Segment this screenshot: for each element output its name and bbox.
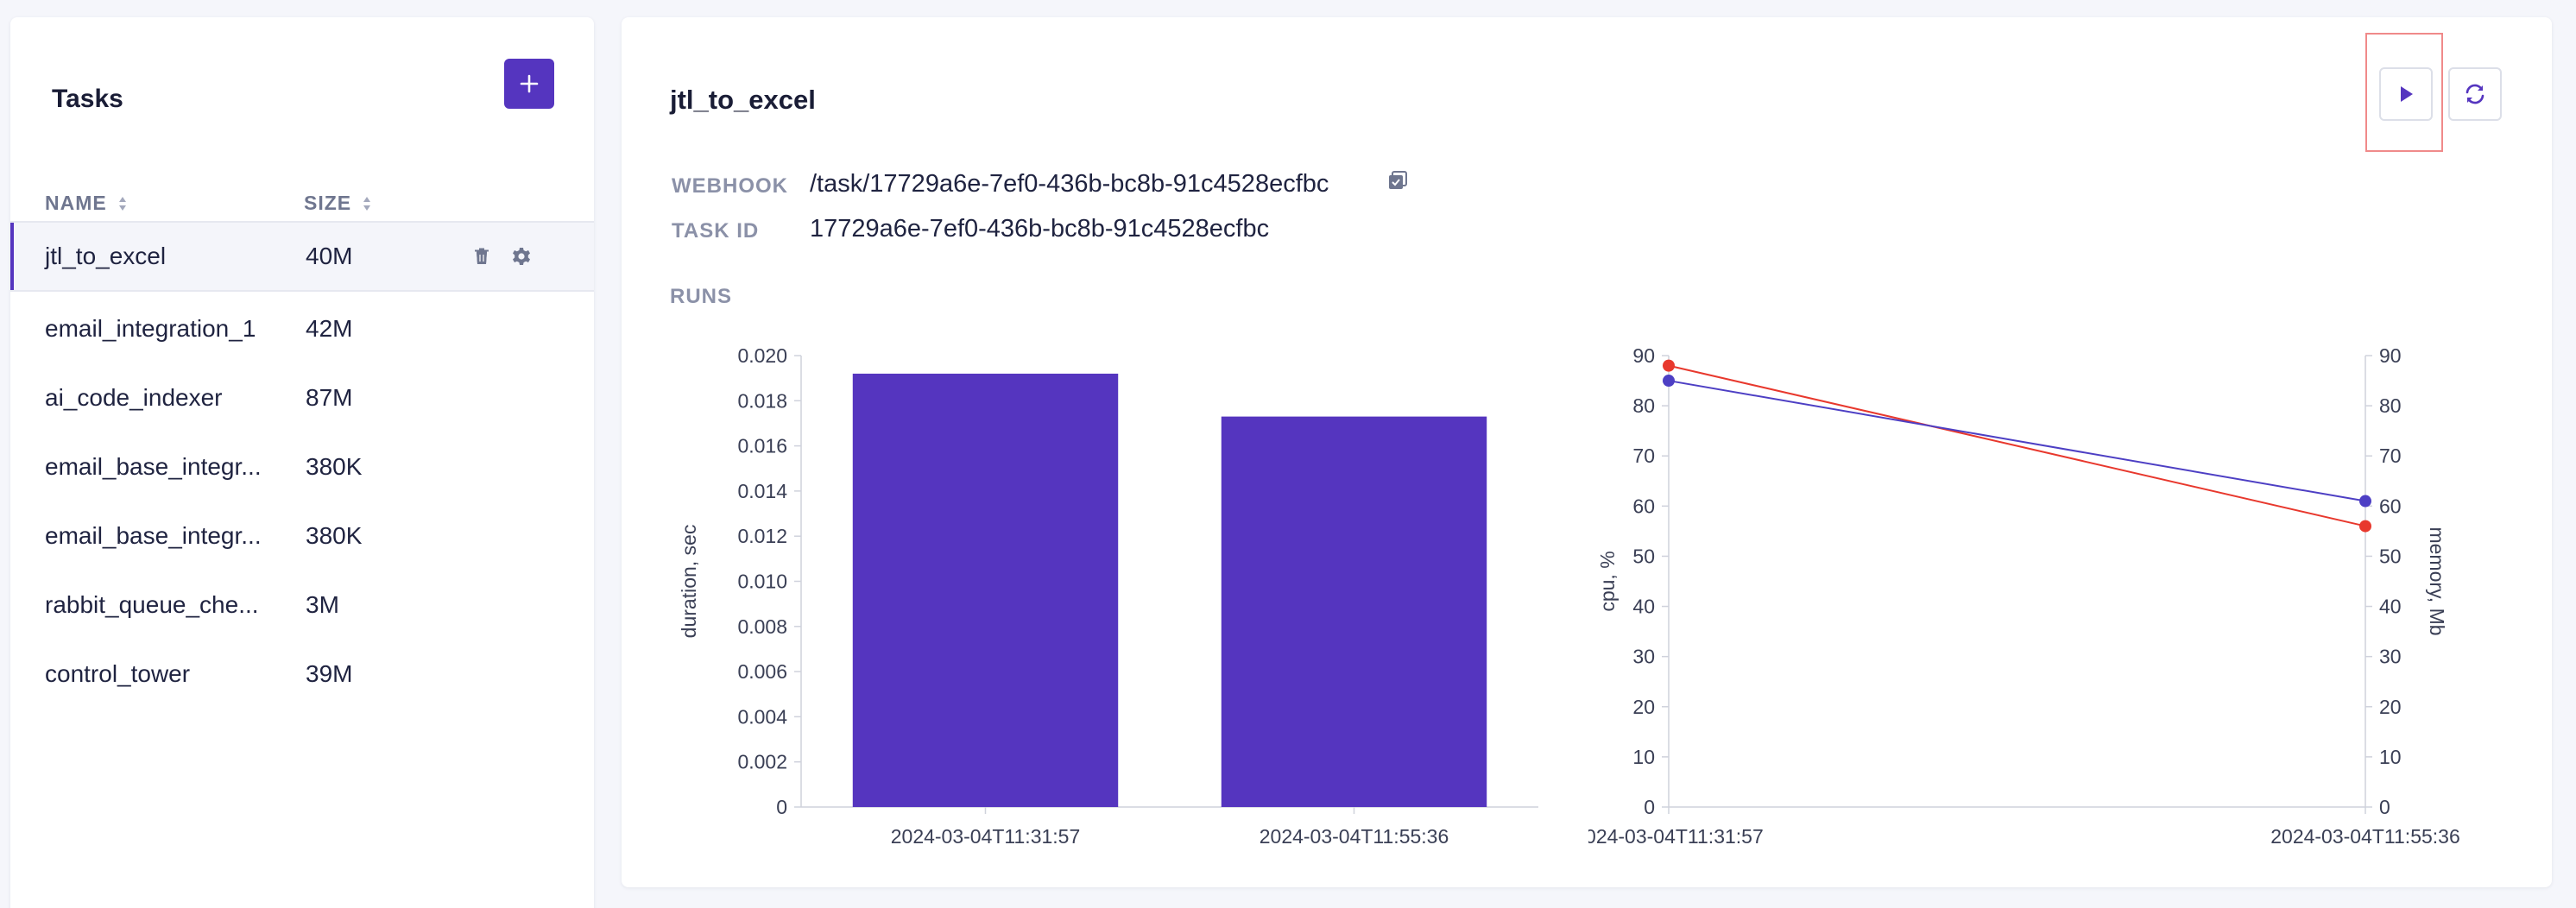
y-tick-label: 0.008 xyxy=(737,615,787,638)
refresh-button[interactable] xyxy=(2448,67,2502,121)
right-y-tick-label: 30 xyxy=(2379,646,2402,668)
duration-bar xyxy=(1221,416,1487,807)
cpu-point xyxy=(2359,520,2371,533)
task-size: 87M xyxy=(306,384,353,411)
task-row[interactable]: email_base_integr... 380K xyxy=(10,432,594,502)
sort-icon xyxy=(118,196,126,211)
y-tick-label: 0.018 xyxy=(737,389,787,412)
task-name: jtl_to_excel xyxy=(45,243,167,269)
right-y-tick-label: 40 xyxy=(2379,596,2402,618)
left-y-tick-label: 50 xyxy=(1632,545,1655,567)
column-header-name-label: NAME xyxy=(45,192,107,214)
tasks-panel: Tasks NAME SIZE jtl_to_excel 40M email_i… xyxy=(10,17,594,908)
task-name: email_base_integr... xyxy=(45,522,262,549)
left-y-tick-label: 90 xyxy=(1632,344,1655,367)
task-name: control_tower xyxy=(45,660,191,687)
x-tick-label: 2024-03-04T11:31:57 xyxy=(1588,825,1764,848)
right-y-tick-label: 10 xyxy=(2379,746,2402,768)
y-tick-label: 0.014 xyxy=(737,480,787,502)
task-name: email_base_integr... xyxy=(45,453,262,480)
left-y-tick-label: 70 xyxy=(1632,445,1655,467)
refresh-icon xyxy=(2466,84,2484,104)
x-tick-label: 2024-03-04T11:55:36 xyxy=(1260,825,1449,848)
sort-icon xyxy=(363,196,371,211)
right-y-tick-label: 20 xyxy=(2379,696,2402,718)
task-size: 380K xyxy=(306,453,363,480)
y-tick-label: 0.006 xyxy=(737,660,787,683)
task-row[interactable]: control_tower 39M xyxy=(10,639,594,709)
left-y-tick-label: 80 xyxy=(1632,394,1655,417)
webhook-value: /task/17729a6e-7ef0-436b-bc8b-91c4528ecf… xyxy=(810,170,1329,198)
x-tick-label: 2024-03-04T11:31:57 xyxy=(891,825,1081,848)
y-tick-label: 0 xyxy=(776,796,787,818)
y-tick-label: 0.012 xyxy=(737,525,787,547)
column-header-size[interactable]: SIZE xyxy=(304,192,372,215)
resource-line-chart: 0 0 10 10 20 20 30 30 40 40 50 50 60 60 70 70 80 80 90 90 20… xyxy=(1588,344,2460,848)
task-row[interactable]: email_base_integr... 380K xyxy=(10,501,594,571)
tasks-title: Tasks xyxy=(52,85,123,113)
task-id-value: 17729a6e-7ef0-436b-bc8b-91c4528ecfbc xyxy=(810,215,1270,243)
x-tick-label: 2024-03-04T11:55:36 xyxy=(2270,825,2460,848)
plus-icon xyxy=(520,74,539,93)
gear-icon[interactable] xyxy=(511,246,532,267)
column-header-name[interactable]: NAME xyxy=(45,192,128,215)
task-row[interactable]: jtl_to_excel 40M xyxy=(10,221,594,292)
task-id-label: TASK ID xyxy=(672,219,760,243)
task-name: email_integration_1 xyxy=(45,315,256,342)
y-tick-label: 0.016 xyxy=(737,435,787,457)
memory-point xyxy=(1663,375,1675,388)
left-y-tick-label: 30 xyxy=(1632,646,1655,668)
right-y-tick-label: 60 xyxy=(2379,495,2402,517)
task-row[interactable]: email_integration_1 42M xyxy=(10,293,594,364)
cpu-series-line xyxy=(1668,364,2366,527)
play-icon xyxy=(2401,86,2413,102)
memory-series-line xyxy=(1668,380,2366,502)
right-y-tick-label: 0 xyxy=(2379,796,2390,818)
runs-label: RUNS xyxy=(670,285,733,308)
left-y-tick-label: 60 xyxy=(1632,495,1655,517)
y-axis-label: duration, sec xyxy=(678,525,700,639)
task-size: 40M xyxy=(306,243,353,269)
duration-bar xyxy=(852,373,1119,807)
task-row[interactable]: rabbit_queue_che... 3M xyxy=(10,570,594,640)
task-row[interactable]: ai_code_indexer 87M xyxy=(10,363,594,433)
task-size: 42M xyxy=(306,315,353,342)
right-y-tick-label: 80 xyxy=(2379,394,2402,417)
right-y-axis-label: memory, Mb xyxy=(2426,527,2448,635)
duration-bar-chart: 0 0.002 0.004 0.006 0.008 0.010 0.012 0.014 0.01… xyxy=(678,344,1538,848)
left-y-tick-label: 20 xyxy=(1632,696,1655,718)
left-y-axis-label: cpu, % xyxy=(1596,551,1619,611)
add-task-button[interactable] xyxy=(504,59,554,109)
task-name: rabbit_queue_che... xyxy=(45,591,259,618)
y-tick-label: 0.010 xyxy=(737,571,787,593)
left-y-tick-label: 0 xyxy=(1644,796,1655,818)
memory-point xyxy=(2359,495,2371,508)
copy-icon[interactable] xyxy=(1386,169,1409,192)
y-tick-label: 0.004 xyxy=(737,705,787,728)
task-detail-panel: jtl_to_excel WEBHOOK /task/17729a6e-7ef0… xyxy=(622,17,2552,887)
right-y-tick-label: 90 xyxy=(2379,344,2402,367)
y-tick-label: 0.002 xyxy=(737,751,787,773)
task-size: 3M xyxy=(306,591,339,618)
right-y-tick-label: 70 xyxy=(2379,445,2402,467)
right-y-tick-label: 50 xyxy=(2379,545,2402,567)
task-name: ai_code_indexer xyxy=(45,384,223,411)
column-header-size-label: SIZE xyxy=(304,192,352,214)
task-title: jtl_to_excel xyxy=(670,85,816,115)
webhook-label: WEBHOOK xyxy=(672,174,788,198)
run-task-button[interactable] xyxy=(2379,67,2433,121)
task-size: 39M xyxy=(306,660,353,687)
trash-icon[interactable] xyxy=(471,246,492,267)
y-tick-label: 0.020 xyxy=(737,344,787,367)
left-y-tick-label: 10 xyxy=(1632,746,1655,768)
task-size: 380K xyxy=(306,522,363,549)
cpu-point xyxy=(1663,359,1675,372)
left-y-tick-label: 40 xyxy=(1632,596,1655,618)
